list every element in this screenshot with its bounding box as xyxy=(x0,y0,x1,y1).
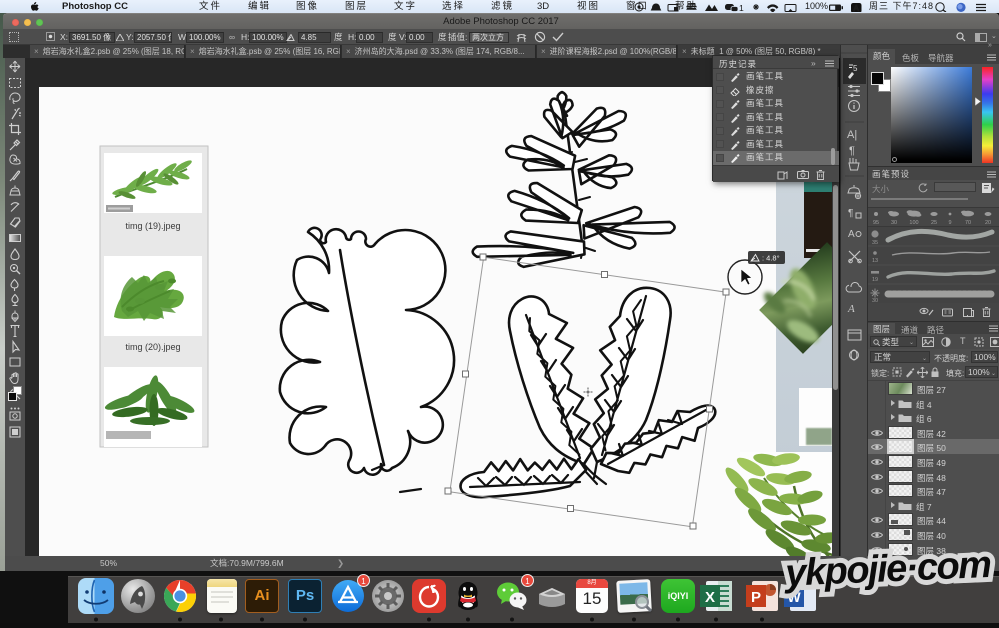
svg-text:A: A xyxy=(854,4,860,12)
svg-text:20: 20 xyxy=(985,220,991,226)
svg-text:95: 95 xyxy=(873,220,879,226)
svg-text:1: 1 xyxy=(739,3,744,12)
svg-text:25: 25 xyxy=(931,220,937,226)
svg-text:19: 19 xyxy=(872,277,878,283)
svg-text:¶: ¶ xyxy=(848,208,853,219)
svg-text:A: A xyxy=(847,303,855,315)
svg-text:¶: ¶ xyxy=(849,145,855,157)
svg-text:: 4.8°: : 4.8° xyxy=(762,254,780,263)
svg-text:9: 9 xyxy=(948,220,951,226)
svg-text:timg (20).jpeg: timg (20).jpeg xyxy=(125,342,180,352)
svg-text:A|: A| xyxy=(847,129,857,141)
svg-text:13: 13 xyxy=(872,258,878,264)
svg-text:5: 5 xyxy=(853,64,858,73)
svg-text:X: X xyxy=(705,589,715,606)
svg-text:35: 35 xyxy=(872,240,878,246)
svg-text:30: 30 xyxy=(891,220,897,226)
svg-text:70: 70 xyxy=(965,220,971,226)
svg-text:P: P xyxy=(751,589,761,606)
svg-text:100: 100 xyxy=(909,220,918,226)
svg-text:A: A xyxy=(848,229,855,240)
svg-text:timg (19).jpeg: timg (19).jpeg xyxy=(125,221,180,231)
